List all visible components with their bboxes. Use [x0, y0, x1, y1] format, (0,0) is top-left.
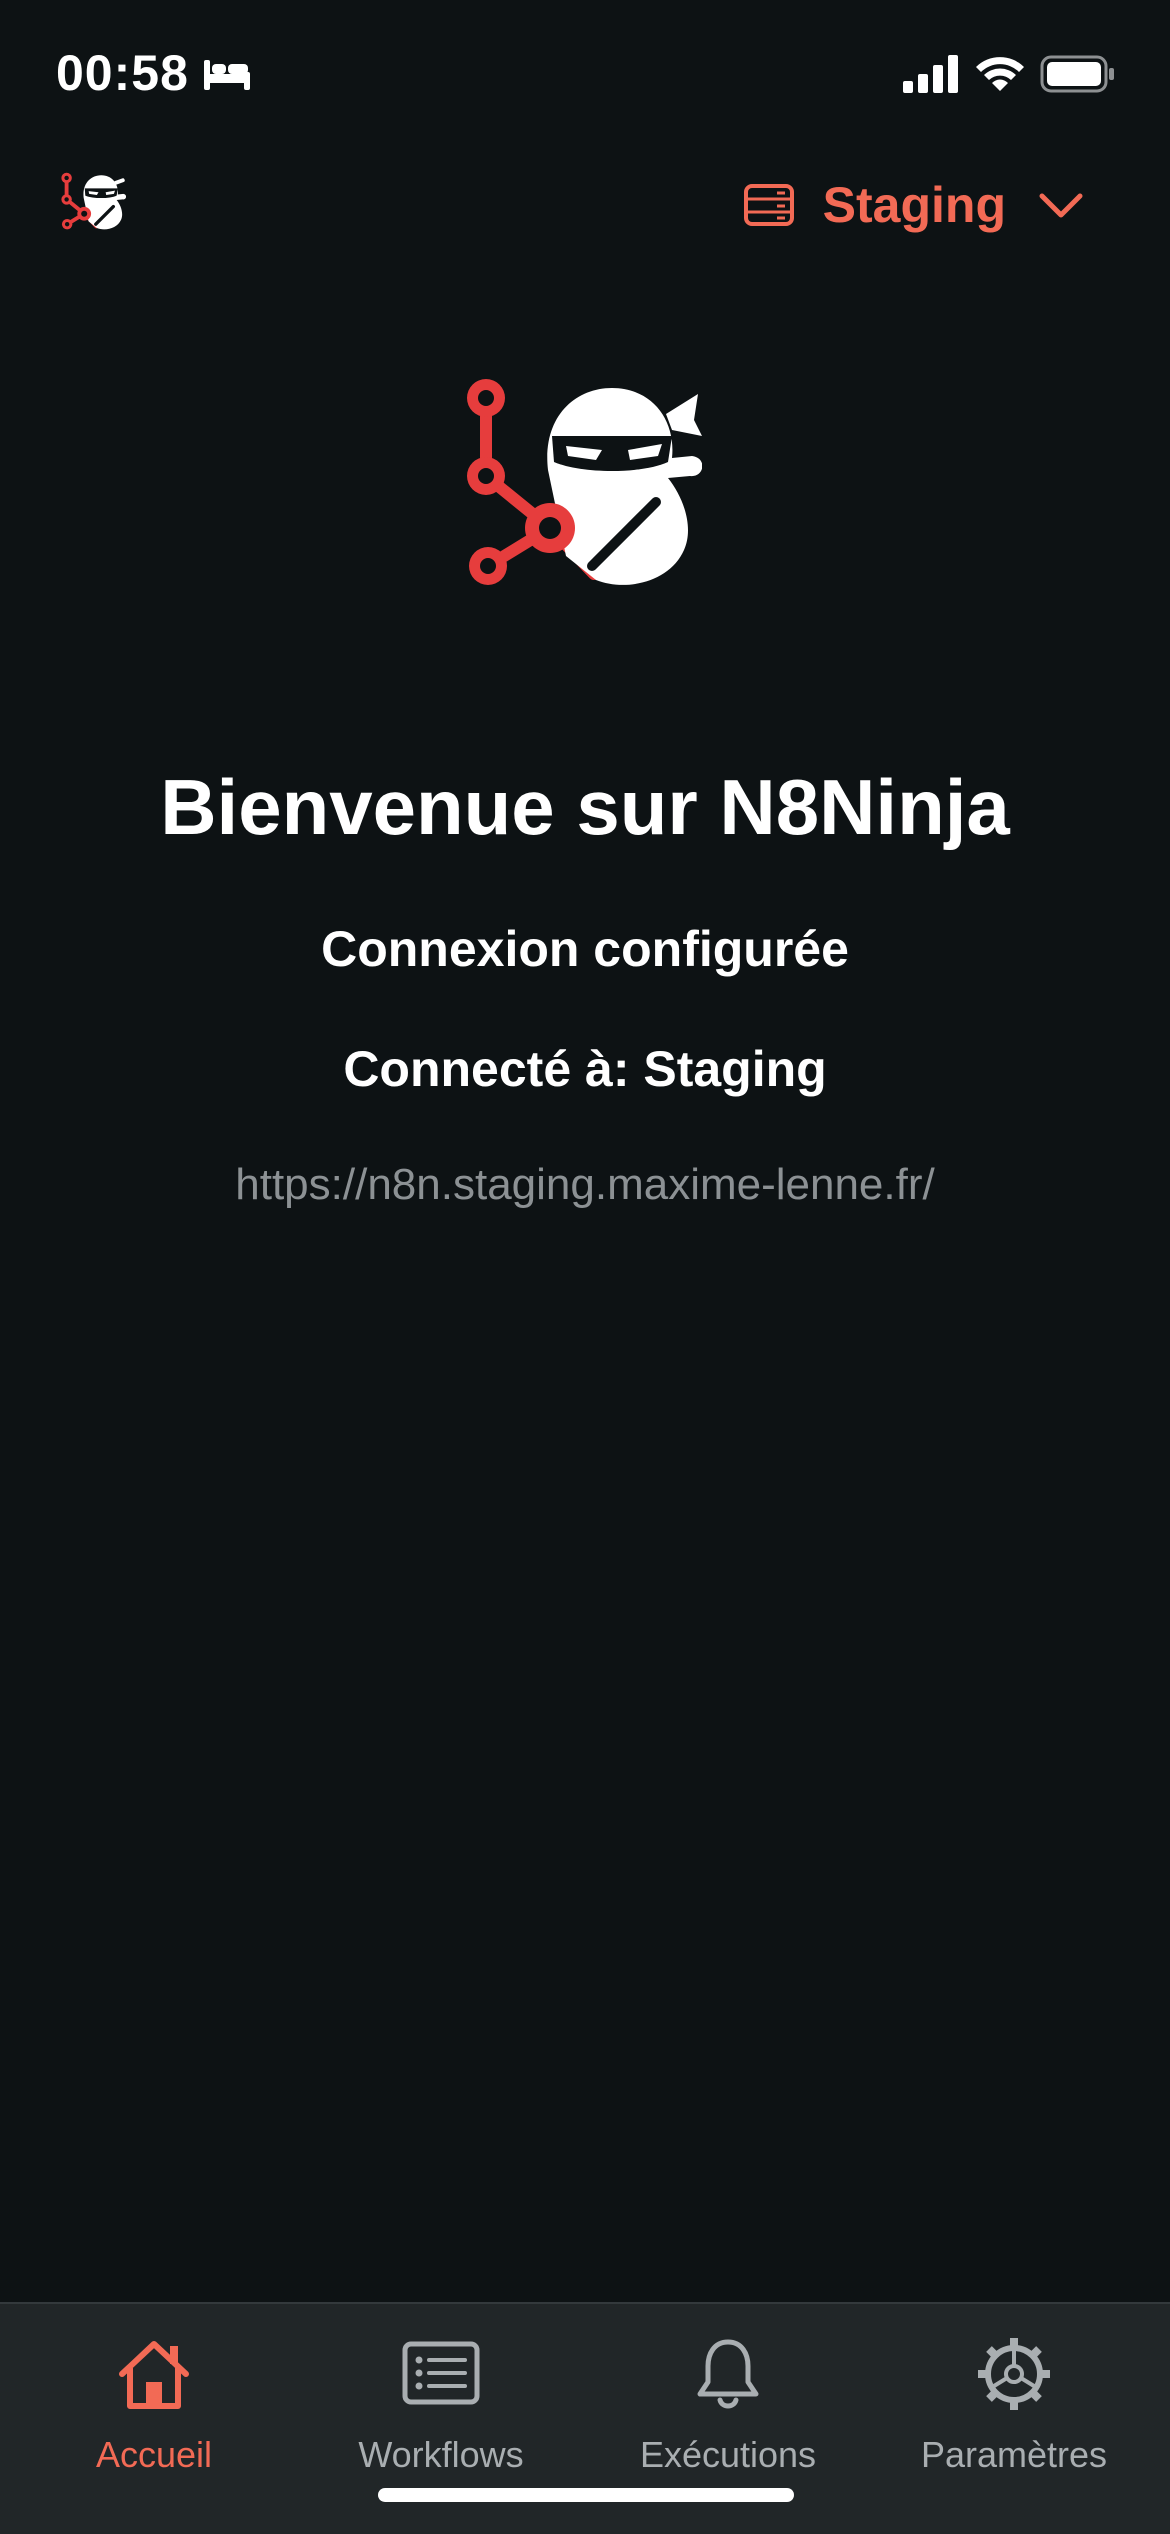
connection-status: Connexion configurée	[321, 921, 849, 977]
chevron-down-icon	[1039, 193, 1083, 218]
server-url: https://n8n.staging.maxime-lenne.fr/	[235, 1160, 935, 1209]
tab-workflows[interactable]: Workflows	[295, 2304, 587, 2504]
status-time: 00:58	[56, 45, 189, 101]
bell-icon	[697, 2339, 759, 2409]
tab-home[interactable]: Accueil	[8, 2304, 300, 2504]
connected-environment: Connecté à: Staging	[343, 1041, 827, 1097]
battery-icon	[1040, 55, 1114, 93]
environment-selector[interactable]: Staging	[743, 172, 1084, 238]
tab-workflows-label: Workflows	[358, 2434, 524, 2475]
tab-home-label: Accueil	[95, 2434, 213, 2475]
wifi-icon	[976, 57, 1024, 91]
list-icon	[402, 2341, 480, 2405]
welcome-title: Bienvenue sur N8Ninja	[160, 763, 1010, 851]
environment-label: Staging	[822, 177, 1006, 233]
tab-executions[interactable]: Exécutions	[582, 2304, 874, 2504]
tab-settings-label: Paramètres	[920, 2434, 1108, 2475]
bed-icon	[204, 60, 250, 90]
status-bar: 00:58	[0, 0, 1170, 150]
ninja-logo-icon[interactable]	[60, 172, 126, 234]
tab-settings[interactable]: Paramètres	[868, 2304, 1160, 2504]
gear-icon	[978, 2338, 1050, 2410]
server-icon	[743, 184, 794, 226]
tab-executions-label: Exécutions	[639, 2434, 817, 2475]
ninja-logo-icon	[467, 379, 702, 585]
home-indicator[interactable]	[378, 2488, 794, 2502]
cellular-signal-icon	[903, 55, 958, 93]
home-icon	[119, 2341, 189, 2409]
